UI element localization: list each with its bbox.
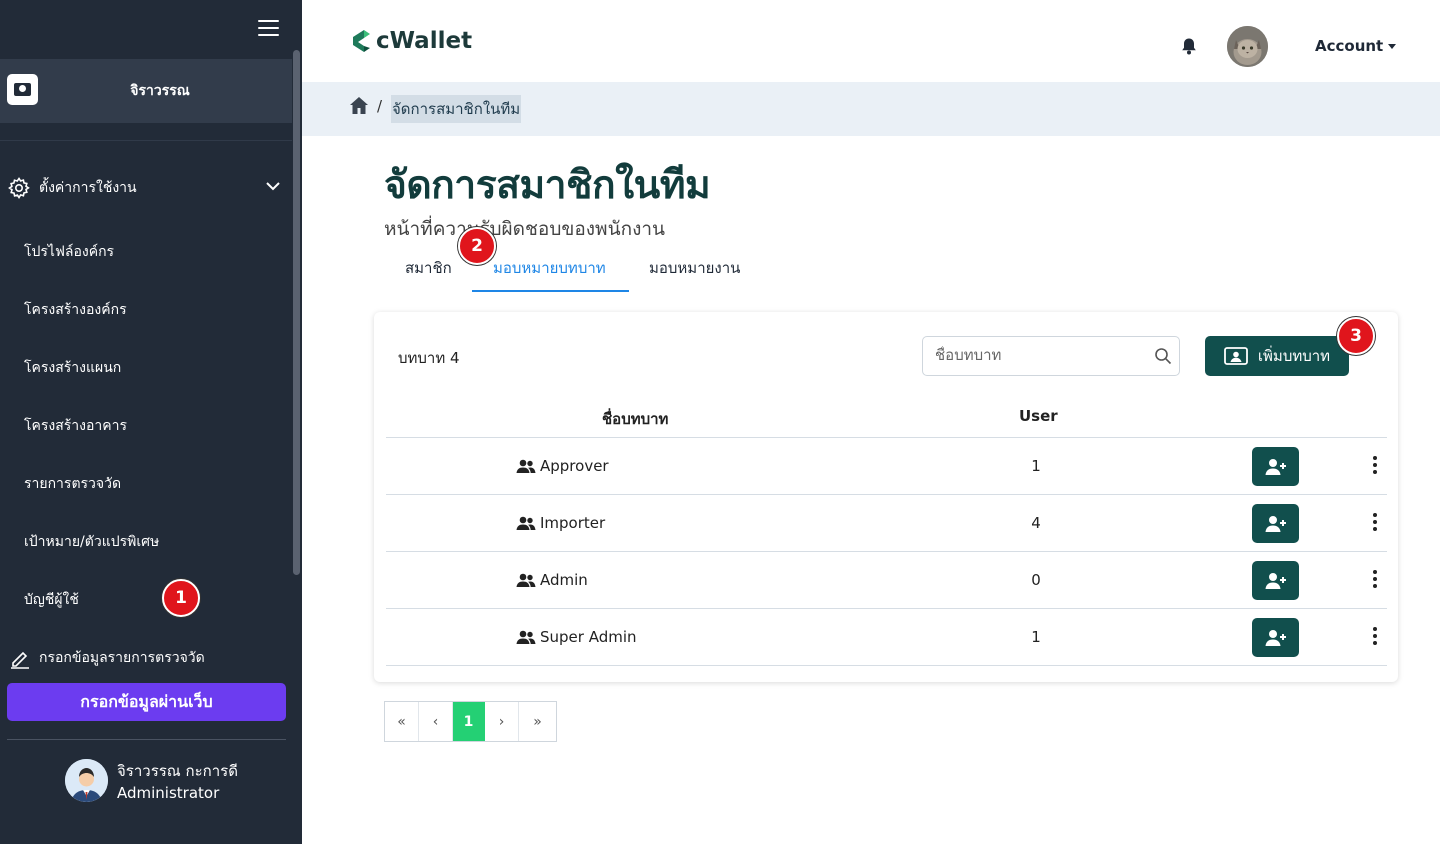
annotation-marker-3: 3: [1337, 317, 1375, 355]
account-menu[interactable]: Account: [1315, 37, 1397, 55]
user-plus-icon: [1265, 572, 1286, 589]
table-row: Importer: [516, 514, 605, 532]
table-divider: [386, 437, 1387, 438]
chevron-down-icon: [266, 182, 280, 191]
account-label: Account: [1315, 37, 1384, 55]
gear-icon: [8, 177, 30, 199]
sidebar: จิราวรรณ ตั้งค่าการใช้งาน โปรไฟล์องค์กร …: [0, 0, 302, 844]
sidebar-item-org-structure[interactable]: โครงสร้างองค์กร: [24, 299, 127, 321]
assign-user-button[interactable]: [1252, 447, 1299, 486]
users-icon: [516, 459, 536, 473]
user-name: จิราวรรณ กะการดี: [117, 762, 238, 780]
sidebar-item-settings[interactable]: ตั้งค่าการใช้งาน: [7, 173, 283, 203]
table-row: Approver: [516, 457, 609, 475]
page-first-button[interactable]: «: [385, 702, 419, 741]
sidebar-item-measurement-list[interactable]: รายการตรวจวัด: [24, 473, 121, 495]
role-name: Importer: [540, 514, 606, 532]
page-next-button[interactable]: ›: [485, 702, 519, 741]
sidebar-item-department-structure[interactable]: โครงสร้างแผนก: [24, 357, 121, 379]
pencil-icon: [11, 651, 29, 669]
tab-assign-roles[interactable]: มอบหมายบทบาท: [493, 256, 606, 280]
brand-name: cWallet: [376, 28, 473, 54]
table-divider: [386, 494, 1387, 495]
tab-assign-tasks[interactable]: มอบหมายงาน: [649, 256, 740, 280]
annotation-marker-2: 2: [458, 227, 496, 265]
search-icon[interactable]: [1154, 347, 1172, 365]
profile-avatar[interactable]: [1227, 26, 1268, 67]
hamburger-menu-icon[interactable]: [258, 20, 279, 37]
table-row: Admin: [516, 571, 588, 589]
role-name: Approver: [540, 457, 609, 475]
page-title: จัดการสมาชิกในทีม: [384, 163, 711, 208]
id-card-icon: [1224, 347, 1248, 365]
breadcrumb-separator: /: [377, 97, 383, 115]
settings-label: ตั้งค่าการใช้งาน: [39, 180, 137, 196]
page-prev-button[interactable]: ‹: [419, 702, 453, 741]
fill-measurements-label: กรอกข้อมูลรายการตรวจวัด: [39, 650, 205, 666]
role-user-count: 1: [1031, 457, 1041, 475]
assign-user-button[interactable]: [1252, 504, 1299, 543]
page-last-button[interactable]: »: [519, 702, 556, 741]
column-header-user: User: [1019, 407, 1058, 425]
role-search: [922, 336, 1180, 376]
active-tab-indicator: [472, 290, 629, 292]
sidebar-divider: [0, 140, 292, 141]
breadcrumb-current: จัดการสมาชิกในทีม: [391, 95, 522, 123]
assign-user-button[interactable]: [1252, 561, 1299, 600]
home-icon[interactable]: [349, 96, 369, 115]
organization-header: จิราวรรณ: [0, 59, 292, 123]
role-count: บทบาท 4: [398, 349, 460, 367]
caret-down-icon: [1388, 43, 1397, 49]
role-name: Admin: [540, 571, 588, 589]
sidebar-item-building-structure[interactable]: โครงสร้างอาคาร: [24, 415, 127, 437]
role-name: Super Admin: [540, 628, 637, 646]
user-role: Administrator: [117, 784, 220, 802]
more-options-icon[interactable]: [1368, 627, 1382, 647]
more-options-icon[interactable]: [1368, 513, 1382, 533]
role-user-count: 4: [1031, 514, 1041, 532]
cwallet-logo-icon: [353, 30, 370, 52]
role-search-input[interactable]: [935, 346, 1135, 364]
sidebar-item-targets[interactable]: เป้าหมาย/ตัวแปรพิเศษ: [24, 531, 159, 553]
assign-user-button[interactable]: [1252, 618, 1299, 657]
add-role-button[interactable]: เพิ่มบทบาท: [1205, 336, 1349, 376]
organization-name: จิราวรรณ: [130, 83, 190, 99]
brand-logo[interactable]: cWallet: [350, 28, 472, 54]
fill-via-web-button[interactable]: กรอกข้อมูลผ่านเว็บ: [7, 683, 286, 721]
sidebar-item-org-profile[interactable]: โปรไฟล์องค์กร: [24, 241, 114, 263]
page-current-button[interactable]: 1: [453, 702, 485, 741]
pagination: « ‹ 1 › »: [384, 701, 557, 742]
user-plus-icon: [1265, 629, 1286, 646]
table-row: Super Admin: [516, 628, 637, 646]
table-divider: [386, 551, 1387, 552]
table-divider: [386, 608, 1387, 609]
role-user-count: 0: [1031, 571, 1041, 589]
sidebar-item-user-accounts[interactable]: บัญชีผู้ใช้: [24, 589, 79, 611]
users-icon: [516, 573, 536, 587]
tab-members[interactable]: สมาชิก: [405, 256, 452, 280]
sidebar-scrollbar[interactable]: [292, 50, 300, 690]
user-avatar: [65, 759, 108, 802]
column-header-role-name: ชื่อบทบาท: [602, 410, 669, 428]
sidebar-item-fill-measurements[interactable]: กรอกข้อมูลรายการตรวจวัด: [9, 647, 205, 669]
more-options-icon[interactable]: [1368, 570, 1382, 590]
page-subtitle: หน้าที่ความรับผิดชอบของพนักงาน: [384, 218, 666, 240]
user-plus-icon: [1265, 515, 1286, 532]
table-divider: [386, 665, 1387, 666]
annotation-marker-1: 1: [162, 579, 200, 617]
more-options-icon[interactable]: [1368, 456, 1382, 476]
role-user-count: 1: [1031, 628, 1041, 646]
add-role-label: เพิ่มบทบาท: [1257, 347, 1331, 365]
users-icon: [516, 516, 536, 530]
bell-icon[interactable]: [1180, 37, 1198, 55]
user-plus-icon: [1265, 458, 1286, 475]
sidebar-divider: [7, 739, 286, 740]
users-icon: [516, 630, 536, 644]
